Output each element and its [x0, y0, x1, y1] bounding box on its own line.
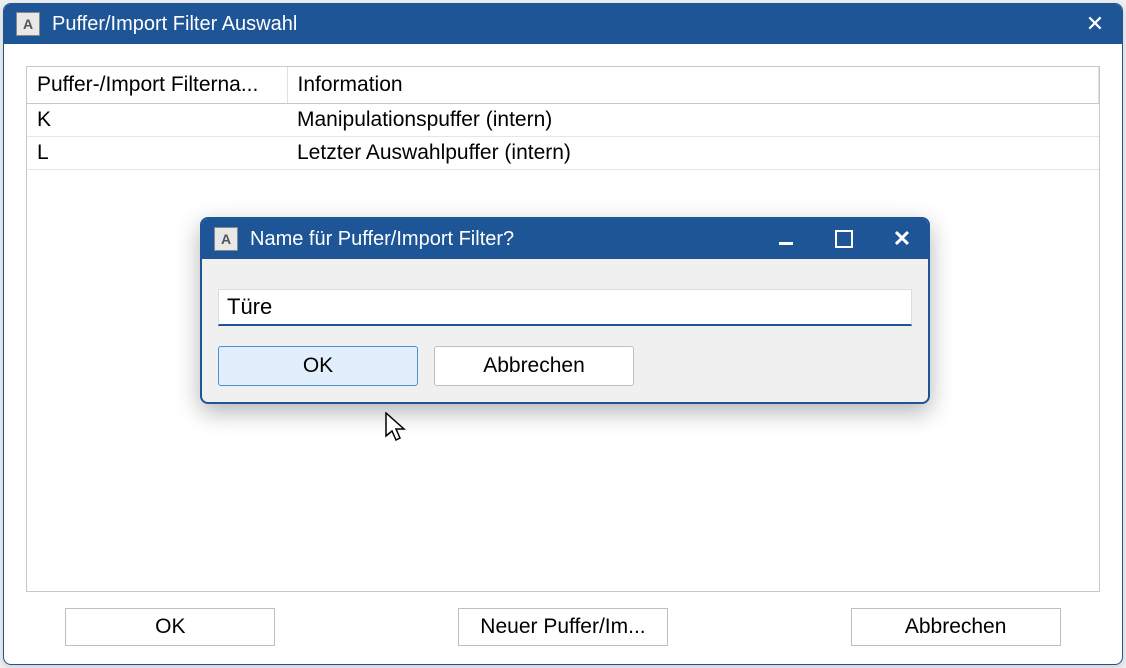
maximize-icon[interactable] — [830, 225, 858, 253]
dialog-body: OK Abbrechen — [202, 259, 928, 402]
dialog-cancel-button[interactable]: Abbrechen — [434, 346, 634, 386]
cancel-button[interactable]: Abbrechen — [851, 608, 1061, 646]
name-dialog: A Name für Puffer/Import Filter? ✕ OK Ab… — [200, 217, 930, 404]
table-row[interactable]: K Manipulationspuffer (intern) — [27, 104, 1099, 137]
ok-button[interactable]: OK — [65, 608, 275, 646]
main-button-row: OK Neuer Puffer/Im... Abbrechen — [4, 592, 1122, 664]
minimize-icon[interactable] — [772, 225, 800, 253]
col-header-info[interactable]: Information — [287, 67, 1099, 104]
close-icon[interactable]: ✕ — [1080, 11, 1110, 37]
dialog-title: Name für Puffer/Import Filter? — [250, 228, 772, 251]
cell-info: Manipulationspuffer (intern) — [287, 104, 1099, 137]
col-header-name[interactable]: Puffer-/Import Filterna... — [27, 67, 287, 104]
main-titlebar: A Puffer/Import Filter Auswahl ✕ — [4, 4, 1122, 44]
dialog-ok-button[interactable]: OK — [218, 346, 418, 386]
table-row[interactable]: L Letzter Auswahlpuffer (intern) — [27, 137, 1099, 170]
cell-name: K — [27, 104, 287, 137]
name-input[interactable] — [218, 289, 912, 326]
cell-info: Letzter Auswahlpuffer (intern) — [287, 137, 1099, 170]
cell-name: L — [27, 137, 287, 170]
app-icon: A — [214, 227, 238, 251]
app-icon: A — [16, 12, 40, 36]
dialog-titlebar: A Name für Puffer/Import Filter? ✕ — [202, 219, 928, 259]
close-icon[interactable]: ✕ — [888, 225, 916, 253]
new-puffer-button[interactable]: Neuer Puffer/Im... — [458, 608, 668, 646]
dialog-button-row: OK Abbrechen — [218, 346, 912, 386]
window-title: Puffer/Import Filter Auswahl — [52, 13, 1080, 36]
